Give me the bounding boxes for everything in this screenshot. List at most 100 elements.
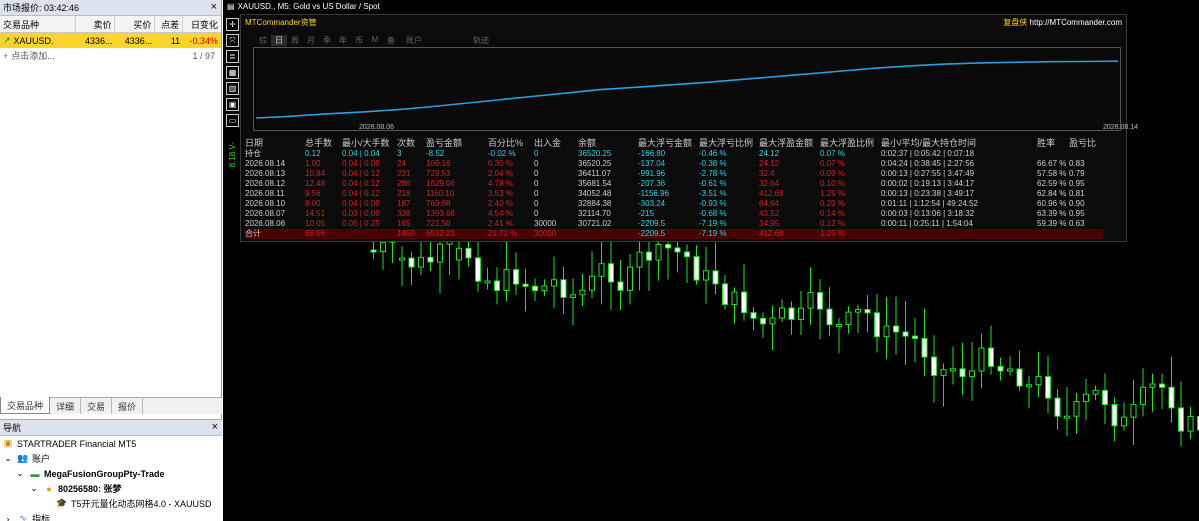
stats-row-cell-7: 30721.02 [578, 219, 612, 228]
stats-row-cell-9: -7.19 % [699, 219, 727, 228]
close-icon[interactable]: × [212, 421, 218, 434]
daily-stats-table: 日期 总手数 最小/大手数 次数 盈亏金额 百分比% 出入金 余额 最大浮亏金额 最大浮亏比例 最大… [245, 137, 1103, 239]
stats-row-cell-0: 2026.08.14 [245, 159, 286, 168]
candle-body [845, 311, 852, 325]
stats-total-row: 合计 66.56 1450 6512.21 21.71 % 30000 -2209.5 -7.… [245, 229, 1103, 239]
tab-note[interactable]: 备 [383, 35, 399, 46]
stats-row-cell-8: -303.24 [638, 199, 666, 208]
move-icon[interactable]: ⤧ [226, 34, 239, 47]
tree-broker[interactable]: ▣ STARTRADER Financial MT5 [0, 436, 222, 451]
calendar-icon[interactable]: ▣ [226, 98, 239, 111]
candle-body [893, 325, 899, 333]
stats-header-cell-9: 最大浮亏比例 [699, 138, 754, 148]
candle-body [817, 292, 823, 310]
mtc-brand[interactable]: 复盘侠 http://MTCommander.com [1003, 17, 1122, 28]
stats-row-cell-9: -3.51 % [699, 189, 727, 198]
change-cell: -0.34% [189, 35, 219, 46]
candle-body [1168, 386, 1175, 409]
tab-year[interactable]: 年 [335, 35, 351, 46]
stats-row-cell-5: 4.54 % [488, 209, 513, 218]
stats-row-cell-14: 0.90 [1069, 199, 1085, 208]
tab-day[interactable]: 日 [271, 35, 287, 46]
tab-summary[interactable]: 综 [255, 35, 271, 46]
window-icon[interactable]: ▭ [226, 114, 239, 127]
stats-row-cell-5: 4.78 % [488, 179, 513, 188]
symbol-name: XAUUSD. [13, 35, 54, 46]
tree-account[interactable]: ⌄ ● 80256580: 张梦 [0, 481, 222, 496]
tab-trading[interactable]: 交易 [81, 398, 113, 414]
market-watch-title: 市场报价: 03:42:46 [3, 3, 80, 13]
tab-account[interactable]: 账户 [399, 35, 429, 46]
chevron-down-icon[interactable]: ⌄ [14, 468, 26, 479]
tab-quarter[interactable]: 季 [319, 35, 335, 46]
chevron-right-icon[interactable]: › [2, 514, 14, 521]
tree-server[interactable]: ⌄ ▬ MegaFusionGroupPty-Trade [0, 466, 222, 481]
tab-currency[interactable]: 币 [351, 35, 367, 46]
candle-body [456, 247, 462, 261]
candle-body [921, 337, 928, 358]
candle-body [437, 243, 443, 263]
tab-symbols[interactable]: 交易品种 [0, 397, 51, 414]
stats-total-row-cell-2 [342, 229, 397, 239]
candle-body [494, 280, 500, 292]
stats-row-cell-14: 0.79 [1069, 169, 1085, 178]
stats-row-cell-14: 0.83 [1069, 159, 1085, 168]
chart-title-bar: ▤ XAUUSD., M5: Gold vs US Dollar / Spot [223, 0, 380, 13]
stats-row-cell-11: 1.25 % [820, 189, 845, 198]
tree-indicators[interactable]: › ∿ 指标 [0, 511, 222, 521]
candle-body [959, 368, 966, 378]
stats-row: 2026.08.06 10.05 0.05 | 0.25 165 721.50 2.41 … [245, 219, 1103, 229]
col-bid[interactable]: 卖价 [76, 16, 116, 32]
stats-row-cell-2: 0.04 | 0.12 [342, 179, 380, 188]
col-change[interactable]: 日变化 [183, 16, 221, 32]
stats-header-cell-13: 胜率 [1037, 138, 1056, 148]
chart-window[interactable]: ▤ XAUUSD., M5: Gold vs US Dollar / Spot … [223, 0, 1199, 521]
grid-icon[interactable]: ▥ [226, 82, 239, 95]
brand-url[interactable]: http://MTCommander.com [1030, 18, 1122, 27]
tree-ea[interactable]: 🎓 T5开元量化动态网格4.0 - XAUUSD [0, 496, 222, 511]
candle-body [636, 251, 643, 268]
ea-name: T5开元量化动态网格4.0 - XAUUSD [71, 499, 212, 509]
candle-body [560, 279, 567, 298]
stats-row-cell-10: 34.95 [759, 219, 780, 228]
tree-accounts[interactable]: ⌄ 👥 账户 [0, 451, 222, 466]
tab-details[interactable]: 详细 [50, 398, 82, 414]
col-ask[interactable]: 买价 [115, 16, 156, 32]
symbol-row[interactable]: ↗ XAUUSD. 4336... 4336... 11 -0.34% [0, 33, 221, 48]
tab-m[interactable]: M [367, 35, 383, 46]
close-icon[interactable]: × [211, 1, 217, 14]
stats-row-cell-12: 0:00:13 | 0:27:55 | 3:47:49 [881, 169, 975, 178]
stats-row-cell-11: 0.14 % [820, 209, 845, 218]
stats-row-cell-12: 0:00:13 | 0:23:38 | 3:49:17 [881, 189, 975, 198]
col-spread[interactable]: 点差 [155, 16, 184, 32]
candle-body [1073, 401, 1080, 417]
stats-total-row-cell-12 [881, 229, 1037, 239]
mtc-header: MTCommander资管 复盘侠 http://MTCommander.com [241, 15, 1126, 30]
candle-body [950, 368, 956, 372]
date-start-label: 2026.08.06 [359, 124, 395, 131]
candle-body [1121, 416, 1127, 427]
stats-row-cell-4: 769.68 [426, 199, 451, 208]
candle-body [408, 257, 415, 268]
user-icon: ● [46, 483, 52, 494]
save-icon[interactable]: ▦ [226, 66, 239, 79]
add-symbol-row[interactable]: + 点击添加... 1 / 97 [0, 48, 221, 63]
chevron-down-icon[interactable]: ⌄ [28, 483, 40, 494]
cross-icon[interactable]: ✛ [226, 18, 239, 31]
col-symbol[interactable]: 交易品种 [0, 16, 76, 32]
stats-row-cell-13: 63.39 % [1037, 209, 1067, 218]
list-icon[interactable]: ≣ [226, 50, 239, 63]
candle-body [399, 257, 405, 261]
stats-holding-row-cell-5: -0.02 % [488, 149, 516, 158]
tab-trace[interactable]: 轨迹 [467, 35, 495, 46]
chevron-down-icon[interactable]: ⌄ [2, 453, 14, 464]
tab-month[interactable]: 月 [303, 35, 319, 46]
tab-ticks[interactable]: 报价 [112, 398, 144, 414]
stats-row-cell-1: 9.56 [305, 189, 321, 198]
stats-row-cell-8: -215 [638, 209, 655, 218]
stats-row-cell-7: 34052.48 [578, 189, 612, 198]
stats-row-cell-4: 1629.06 [426, 179, 455, 188]
tab-week[interactable]: 周 [287, 35, 303, 46]
stats-header: 日期 总手数 最小/大手数 次数 盈亏金额 百分比% 出入金 余额 最大浮亏金额 最大浮亏比例 最大… [245, 137, 1103, 149]
indicator-icon: ∿ [19, 513, 27, 521]
